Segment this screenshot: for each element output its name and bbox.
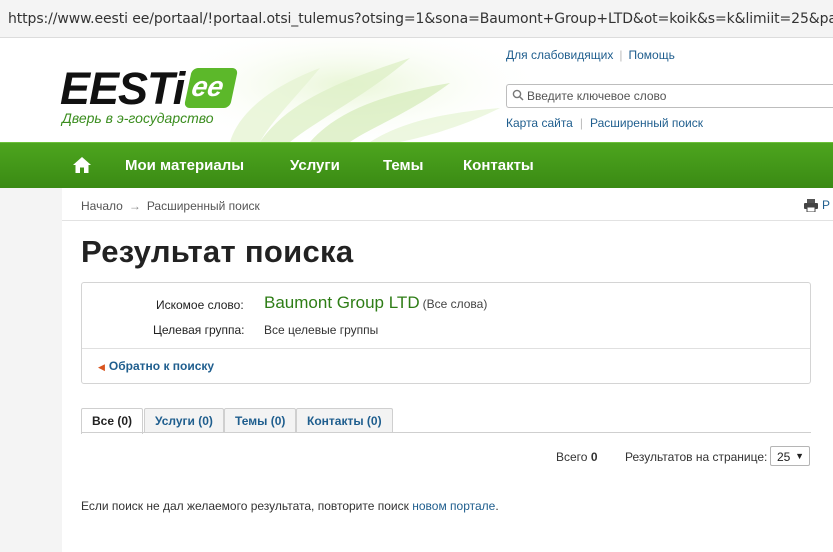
accessibility-link[interactable]: Для слабовидящих <box>506 48 613 62</box>
advanced-search-link[interactable]: Расширенный поиск <box>590 116 703 130</box>
breadcrumb-divider <box>62 220 833 221</box>
sub-links: Карта сайта | Расширенный поиск <box>506 116 703 130</box>
breadcrumb-current: Расширенный поиск <box>146 199 260 213</box>
search-box[interactable] <box>506 84 833 108</box>
results-total: Всего 0 <box>556 450 598 464</box>
breadcrumb-home[interactable]: Начало <box>81 199 123 213</box>
print-label[interactable]: P <box>822 198 830 212</box>
breadcrumb: Начало → Расширенный поиск <box>81 199 260 213</box>
summary-divider <box>82 348 810 349</box>
tab-contacts[interactable]: Контакты (0) <box>296 408 393 433</box>
footer-note-text: Если поиск не дал желаемого результата, … <box>81 499 409 513</box>
logo-wordmark: EESTi <box>60 63 185 114</box>
search-term-mode: (Все слова) <box>422 297 488 311</box>
total-value: 0 <box>590 450 598 464</box>
printer-icon <box>804 199 818 213</box>
target-group-label: Целевая группа: <box>153 323 245 337</box>
tabs-underline <box>81 432 811 433</box>
browser-address-bar[interactable]: https://www.eesti ee/portaal/!portaal.ot… <box>0 0 833 38</box>
main-navigation: Мои материалы Услуги Темы Контакты <box>0 142 833 188</box>
search-term-value: Baumont Group LTD <box>264 293 420 312</box>
footer-note: Если поиск не дал желаемого результата, … <box>81 499 499 513</box>
tab-all[interactable]: Все (0) <box>81 408 144 434</box>
logo-badge: ee <box>183 68 239 108</box>
breadcrumb-arrow: → <box>128 199 141 213</box>
nav-item-contacts[interactable]: Контакты <box>463 157 534 174</box>
top-links: Для слабовидящих | Помощь <box>506 48 675 62</box>
total-label: Всего <box>556 450 588 464</box>
left-gutter <box>0 188 62 552</box>
site-logo[interactable]: EESTi ee Дверь в э-государство <box>60 66 240 132</box>
address-url[interactable]: https://www.eesti ee/portaal/!portaal.ot… <box>8 11 833 27</box>
new-portal-link[interactable]: новом портале <box>412 499 495 513</box>
search-summary-box: Искомое слово: Baumont Group LTD (Все сло… <box>81 282 811 384</box>
nav-item-services[interactable]: Услуги <box>290 157 340 174</box>
search-term: Baumont Group LTD (Все слова) <box>264 293 487 313</box>
search-icon <box>512 89 524 101</box>
per-page-select[interactable]: 25 ▼ <box>770 446 810 466</box>
sitemap-link[interactable]: Карта сайта <box>506 116 573 130</box>
chevron-down-icon: ▼ <box>795 451 804 461</box>
home-icon[interactable] <box>73 157 91 173</box>
page-title: Результат поиска <box>81 234 354 269</box>
search-input[interactable] <box>527 87 827 105</box>
nav-item-my-materials[interactable]: Мои материалы <box>125 157 244 174</box>
logo-slogan: Дверь в э-государство <box>62 110 214 126</box>
back-to-search-link[interactable]: ◀ Обратно к поиску <box>98 359 214 373</box>
help-link[interactable]: Помощь <box>628 48 674 62</box>
per-page-value: 25 <box>777 450 791 464</box>
tab-services[interactable]: Услуги (0) <box>144 408 224 433</box>
print-link[interactable]: P <box>804 198 830 213</box>
leaf-decoration <box>200 38 530 142</box>
back-arrow-icon: ◀ <box>98 362 105 372</box>
target-group-value: Все целевые группы <box>264 323 379 337</box>
per-page-label: Результатов на странице: <box>625 450 768 464</box>
tab-topics[interactable]: Темы (0) <box>224 408 297 433</box>
nav-item-topics[interactable]: Темы <box>383 157 423 174</box>
search-term-label: Искомое слово: <box>156 298 244 312</box>
site-header: EESTi ee Дверь в э-государство Для слабо… <box>0 38 833 142</box>
